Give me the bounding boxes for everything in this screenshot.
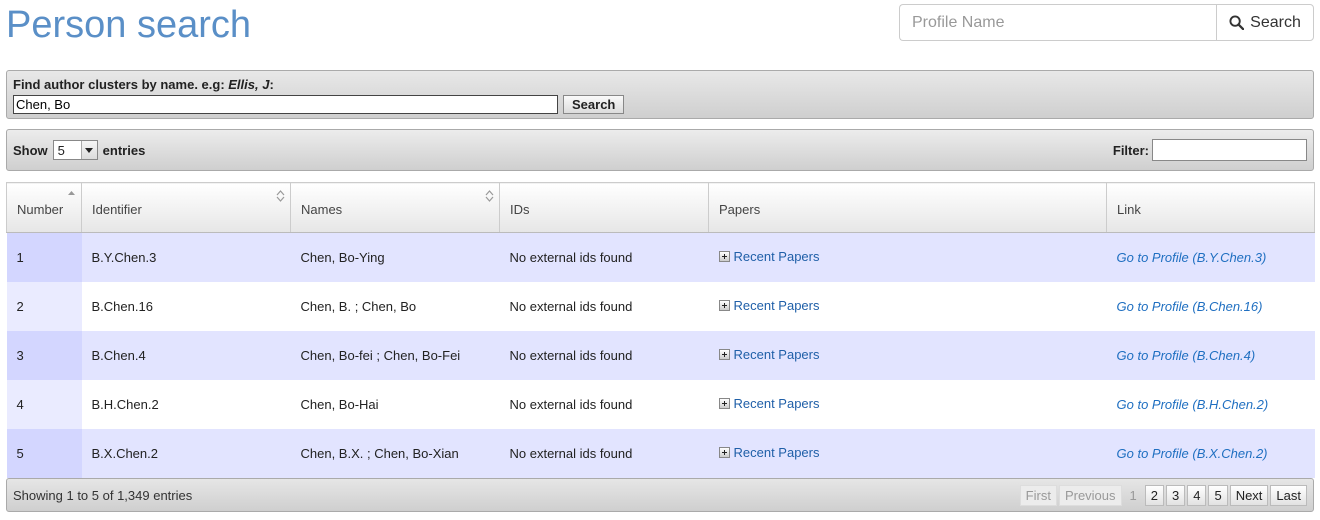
row-identifier: B.Y.Chen.3 [81, 232, 291, 282]
column-header-number[interactable]: Number [6, 182, 82, 233]
profile-link[interactable]: Go to Profile (B.Y.Chen.3) [1117, 250, 1267, 265]
row-number: 2 [6, 281, 82, 331]
row-identifier: B.H.Chen.2 [81, 379, 291, 429]
row-ids: No external ids found [499, 428, 709, 478]
pagination: First Previous 1 2 3 4 5 Next Last [1019, 484, 1307, 506]
recent-papers-toggle[interactable]: Recent Papers [718, 347, 820, 362]
row-ids: No external ids found [499, 379, 709, 429]
pagination-page-1[interactable]: 1 [1124, 485, 1143, 506]
plus-icon [718, 398, 730, 409]
profile-search-button[interactable]: Search [1216, 4, 1314, 41]
table-row: 5 B.X.Chen.2 Chen, B.X. ; Chen, Bo-Xian … [6, 428, 1315, 478]
pagination-next[interactable]: Next [1229, 484, 1269, 506]
pagination-first[interactable]: First [1019, 484, 1057, 506]
recent-papers-toggle[interactable]: Recent Papers [718, 445, 820, 460]
table-footer: Showing 1 to 5 of 1,349 entries First Pr… [6, 478, 1314, 512]
row-ids: No external ids found [499, 281, 709, 331]
row-names: Chen, Bo-fei ; Chen, Bo-Fei [290, 330, 500, 380]
plus-icon [718, 349, 730, 360]
row-number: 3 [6, 330, 82, 380]
pagination-last[interactable]: Last [1270, 484, 1307, 506]
table-row: 2 B.Chen.16 Chen, B. ; Chen, Bo No exter… [6, 281, 1315, 331]
plus-icon [718, 447, 730, 458]
row-number: 4 [6, 379, 82, 429]
row-number: 5 [6, 428, 82, 478]
author-query-input[interactable] [13, 95, 558, 114]
entries-label: entries [102, 142, 146, 158]
results-table: Number Identifier Names IDs Papers Link … [6, 182, 1315, 478]
filter-input[interactable] [1152, 139, 1307, 161]
column-header-identifier[interactable]: Identifier [81, 182, 291, 233]
row-identifier: B.X.Chen.2 [81, 428, 291, 478]
entries-info: Showing 1 to 5 of 1,349 entries [13, 487, 193, 503]
page-title: Person search [6, 4, 252, 46]
column-header-ids: IDs [499, 182, 709, 233]
filter-label: Filter: [1112, 142, 1149, 158]
profile-search-label: Search [1250, 13, 1301, 31]
plus-icon [718, 300, 730, 311]
row-identifier: B.Chen.16 [81, 281, 291, 331]
table-row: 3 B.Chen.4 Chen, Bo-fei ; Chen, Bo-Fei N… [6, 330, 1315, 380]
profile-search: Search [899, 4, 1314, 41]
pagination-page-2[interactable]: 2 [1144, 484, 1164, 506]
sort-icon [276, 190, 285, 202]
recent-papers-toggle[interactable]: Recent Papers [718, 396, 820, 411]
profile-link[interactable]: Go to Profile (B.X.Chen.2) [1117, 446, 1268, 461]
recent-papers-toggle[interactable]: Recent Papers [718, 249, 820, 264]
table-controls: Show 5 entries Filter: [6, 129, 1314, 171]
author-search-button[interactable]: Search [563, 95, 625, 114]
row-names: Chen, B.X. ; Chen, Bo-Xian [290, 428, 500, 478]
row-ids: No external ids found [499, 330, 709, 380]
pagination-page-3[interactable]: 3 [1165, 484, 1186, 506]
show-label: Show [13, 142, 48, 158]
find-label: Find author clusters by name. e.g: Ellis… [13, 77, 274, 92]
row-names: Chen, Bo-Ying [290, 232, 500, 282]
profile-link[interactable]: Go to Profile (B.Chen.16) [1117, 299, 1263, 314]
pagination-page-5[interactable]: 5 [1208, 484, 1228, 506]
profile-link[interactable]: Go to Profile (B.H.Chen.2) [1117, 397, 1269, 412]
row-number: 1 [6, 232, 82, 282]
entries-value: 5 [57, 142, 65, 158]
profile-name-input[interactable] [899, 4, 1216, 41]
table-row: 4 B.H.Chen.2 Chen, Bo-Hai No external id… [6, 379, 1315, 429]
column-header-link: Link [1106, 182, 1315, 233]
row-identifier: B.Chen.4 [81, 330, 291, 380]
recent-papers-toggle[interactable]: Recent Papers [718, 298, 820, 313]
find-panel: Find author clusters by name. e.g: Ellis… [6, 70, 1314, 119]
sort-icon [485, 190, 494, 202]
row-names: Chen, Bo-Hai [290, 379, 500, 429]
row-names: Chen, B. ; Chen, Bo [290, 281, 500, 331]
profile-link[interactable]: Go to Profile (B.Chen.4) [1117, 348, 1256, 363]
plus-icon [718, 251, 730, 263]
chevron-down-icon[interactable] [80, 141, 97, 159]
row-ids: No external ids found [499, 232, 709, 282]
sort-asc-icon [68, 191, 75, 195]
column-header-papers: Papers [708, 182, 1107, 233]
pagination-previous[interactable]: Previous [1058, 484, 1122, 506]
pagination-page-4[interactable]: 4 [1187, 484, 1207, 506]
search-icon [1229, 15, 1245, 30]
column-header-names[interactable]: Names [290, 182, 500, 233]
entries-select[interactable]: 5 [52, 140, 98, 160]
table-row: 1 B.Y.Chen.3 Chen, Bo-Ying No external i… [6, 232, 1315, 282]
